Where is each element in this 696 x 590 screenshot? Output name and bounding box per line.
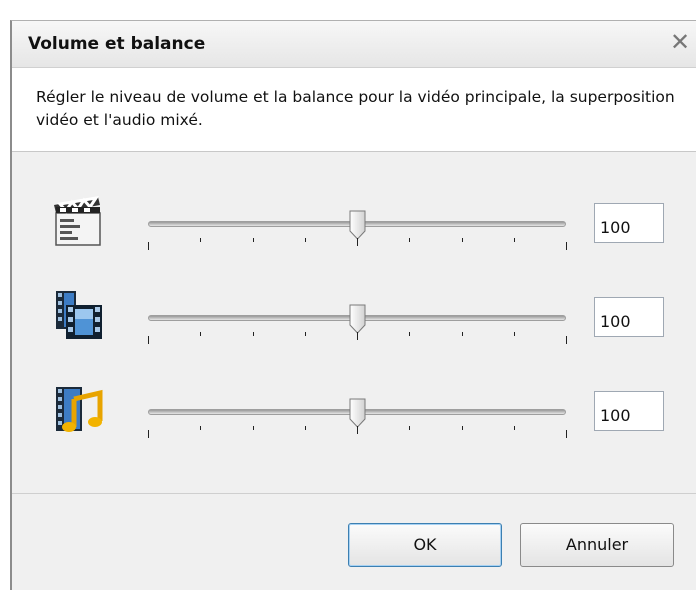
slider-tick — [566, 430, 567, 438]
slider-tick — [513, 332, 515, 336]
slider-tick — [148, 430, 149, 438]
slider-ticks — [148, 238, 567, 254]
slider-tick — [148, 242, 149, 250]
slider-ticks — [148, 332, 567, 348]
slider-tick — [148, 336, 149, 344]
footer-divider — [12, 493, 696, 494]
clapperboard-icon — [54, 195, 101, 246]
slider-tick — [566, 242, 567, 250]
slider-tick — [252, 426, 254, 430]
main-video-volume-row — [12, 193, 696, 263]
slider-tick — [200, 426, 202, 430]
slider-tick — [409, 332, 411, 336]
volume-value-input[interactable] — [594, 297, 664, 337]
volume-slider-thumb[interactable] — [349, 210, 366, 240]
slider-tick — [252, 332, 254, 336]
slider-tick — [357, 238, 358, 246]
slider-tick — [513, 238, 515, 242]
cancel-button[interactable]: Annuler — [520, 523, 674, 567]
slider-tick — [461, 238, 463, 242]
slider-tick — [566, 336, 567, 344]
volume-slider-thumb[interactable] — [349, 398, 366, 428]
title-bar[interactable]: Volume et balance ✕ — [12, 21, 696, 68]
volume-balance-dialog: Volume et balance ✕ Régler le niveau de … — [10, 20, 696, 590]
volume-value-input[interactable] — [594, 391, 664, 431]
close-icon[interactable]: ✕ — [668, 29, 692, 55]
video-overlay-icon — [56, 291, 102, 339]
slider-tick — [461, 332, 463, 336]
slider-tick — [409, 238, 411, 242]
dialog-title: Volume et balance — [28, 34, 206, 54]
slider-tick — [357, 332, 358, 340]
volume-slider-thumb[interactable] — [349, 304, 366, 334]
mixed-audio-volume-row — [12, 381, 696, 451]
slider-tick — [304, 332, 306, 336]
slider-ticks — [148, 426, 567, 442]
slider-tick — [409, 426, 411, 430]
overlay-video-volume-row — [12, 287, 696, 357]
slider-tick — [252, 238, 254, 242]
slider-tick — [461, 426, 463, 430]
slider-tick — [357, 426, 358, 434]
slider-tick — [200, 238, 202, 242]
slider-tick — [304, 426, 306, 430]
ok-button[interactable]: OK — [348, 523, 502, 567]
video-music-icon — [56, 387, 103, 432]
slider-tick — [513, 426, 515, 430]
description-panel: Régler le niveau de volume et la balance… — [12, 68, 696, 152]
description-text: Régler le niveau de volume et la balance… — [36, 88, 675, 129]
slider-tick — [304, 238, 306, 242]
volume-value-input[interactable] — [594, 203, 664, 243]
slider-tick — [200, 332, 202, 336]
